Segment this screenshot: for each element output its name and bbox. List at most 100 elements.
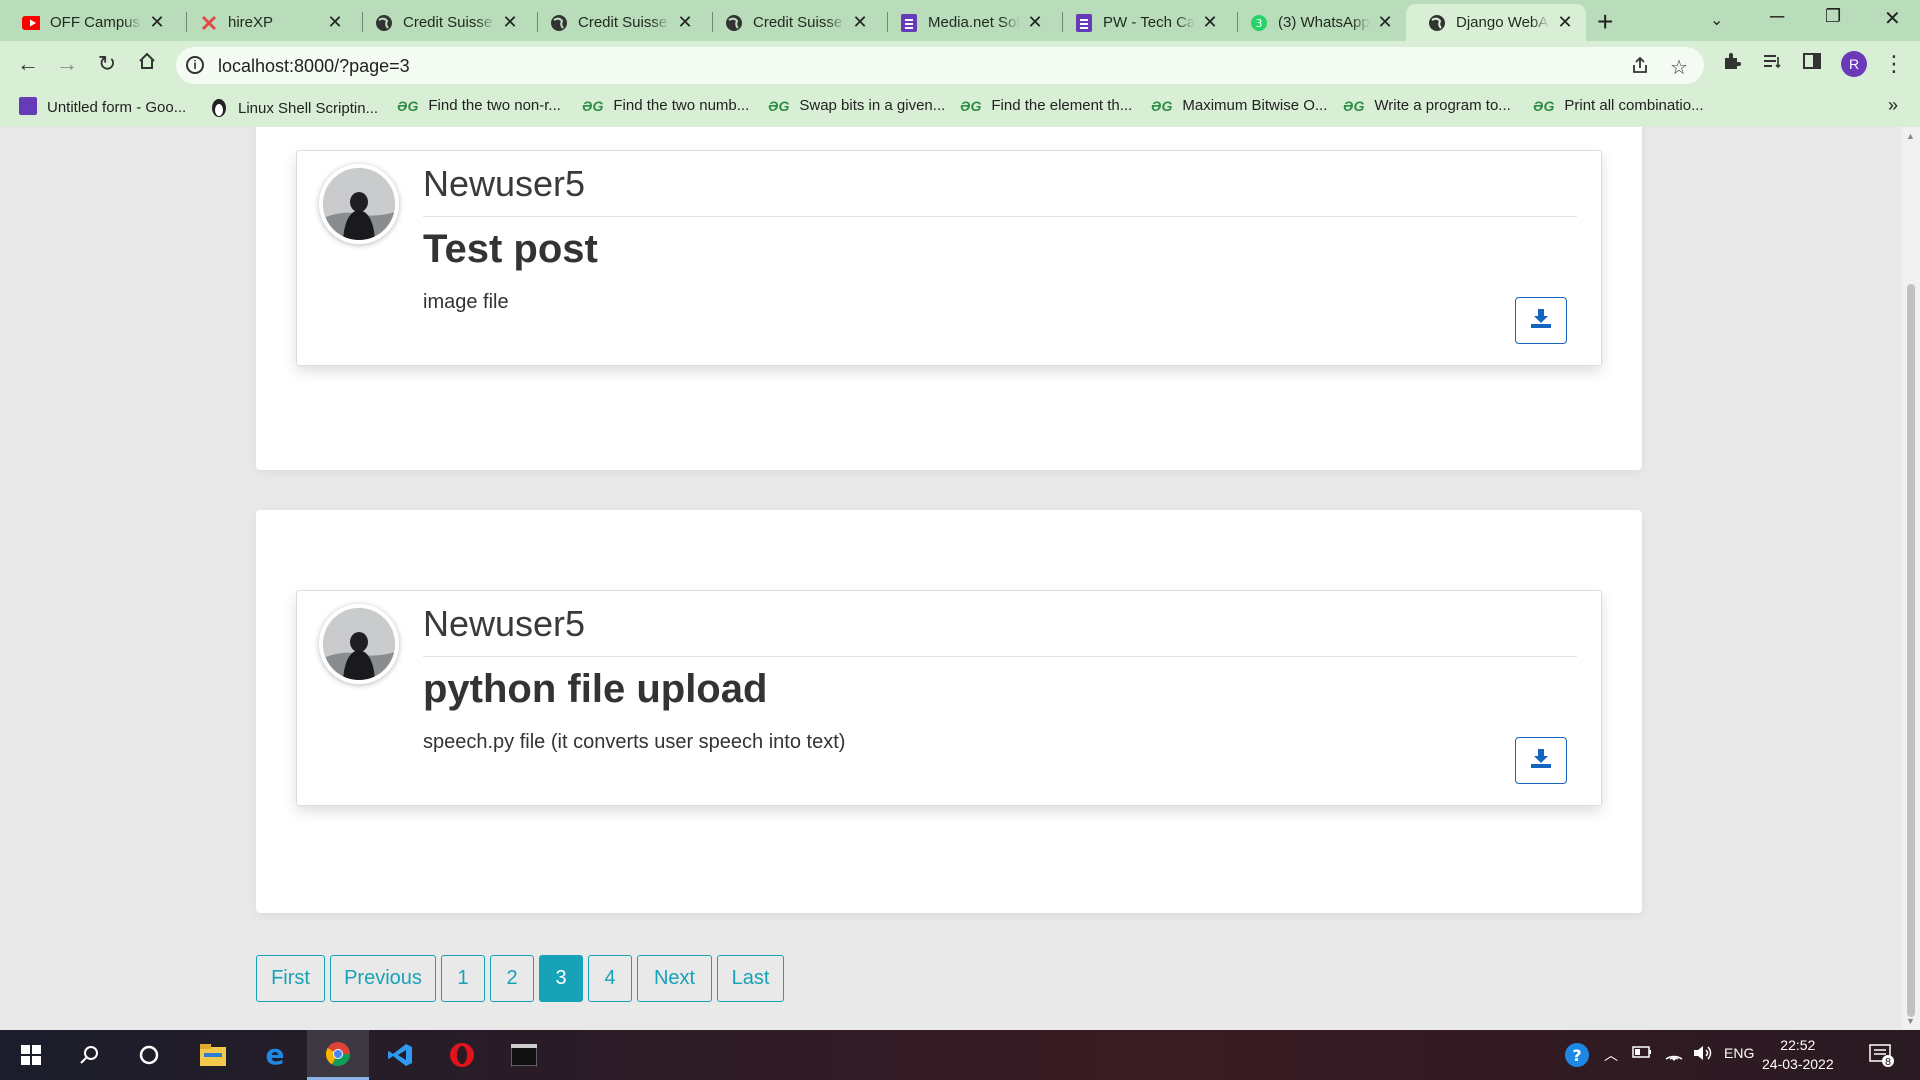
whatsapp-icon: 3 bbox=[1250, 14, 1268, 32]
pagination: First Previous 1 2 3 4 Next Last bbox=[256, 955, 789, 1002]
post-author[interactable]: Newuser5 bbox=[423, 603, 585, 645]
post-author[interactable]: Newuser5 bbox=[423, 163, 585, 205]
page-2-button[interactable]: 2 bbox=[490, 955, 534, 1002]
reading-list-icon[interactable] bbox=[1758, 51, 1786, 77]
page-scrollbar[interactable]: ▲ ▼ bbox=[1902, 127, 1920, 1030]
reload-icon[interactable]: ↻ bbox=[93, 51, 121, 77]
close-icon[interactable]: ✕ bbox=[851, 12, 869, 33]
bookmark-item[interactable]: ƏG Maximum Bitwise O... bbox=[1151, 97, 1327, 114]
tab-credit-suisse-2[interactable]: Credit Suisse ( ✕ bbox=[528, 4, 706, 41]
tab-search-chevron-icon[interactable]: ⌄ bbox=[1710, 10, 1723, 30]
bookmark-item[interactable]: ƏG Find the two non-r... bbox=[397, 97, 561, 114]
close-icon[interactable]: ✕ bbox=[1376, 12, 1394, 33]
wifi-icon[interactable] bbox=[1664, 1045, 1684, 1064]
tab-pw-tech[interactable]: PW - Tech Car ✕ bbox=[1053, 4, 1231, 41]
notification-center-icon[interactable]: 8 bbox=[1868, 1042, 1894, 1071]
page-previous-button[interactable]: Previous bbox=[330, 955, 436, 1002]
profile-avatar[interactable]: R bbox=[1841, 51, 1867, 77]
tab-django-webapp[interactable]: Django WebA ✕ bbox=[1406, 4, 1586, 41]
post-title[interactable]: Test post bbox=[423, 227, 598, 272]
address-bar[interactable]: i localhost:8000/?page=3 ☆ bbox=[176, 47, 1704, 84]
tab-off-campus[interactable]: OFF Campus P ✕ bbox=[0, 4, 178, 41]
page-3-button[interactable]: 3 bbox=[539, 955, 583, 1002]
tab-credit-suisse-1[interactable]: Credit Suisse ( ✕ bbox=[353, 4, 531, 41]
forward-arrow-icon[interactable]: → bbox=[53, 51, 81, 77]
youtube-icon bbox=[22, 14, 40, 32]
close-icon[interactable]: ✕ bbox=[1556, 12, 1574, 33]
tab-media-net[interactable]: Media.net Sof ✕ bbox=[878, 4, 1056, 41]
scroll-up-icon[interactable]: ▲ bbox=[1906, 131, 1915, 141]
bookmark-item[interactable]: ƏG Write a program to... bbox=[1343, 97, 1511, 114]
battery-icon[interactable] bbox=[1632, 1045, 1652, 1062]
volume-icon[interactable] bbox=[1692, 1045, 1714, 1064]
bookmark-item[interactable]: Linux Shell Scriptin... bbox=[210, 97, 378, 120]
browser-toolbar: ← → ↻ i localhost:8000/?page=3 ☆ R ⋮ bbox=[0, 41, 1920, 91]
tab-label: PW - Tech Car bbox=[1103, 14, 1195, 31]
window-close-button[interactable]: ✕ bbox=[1884, 6, 1901, 31]
close-icon[interactable]: ✕ bbox=[676, 12, 694, 33]
system-clock[interactable]: 22:52 24-03-2022 bbox=[1762, 1036, 1834, 1074]
svg-text:8: 8 bbox=[1885, 1057, 1891, 1068]
globe-icon bbox=[1428, 14, 1446, 32]
file-explorer-icon[interactable] bbox=[182, 1030, 244, 1080]
windows-start-icon[interactable] bbox=[0, 1030, 62, 1080]
bookmarks-overflow-icon[interactable]: » bbox=[1888, 95, 1898, 116]
linux-icon bbox=[210, 97, 228, 120]
bookmark-item[interactable]: ƏG Find the element th... bbox=[960, 97, 1132, 114]
extensions-icon[interactable] bbox=[1718, 51, 1746, 77]
terminal-icon[interactable] bbox=[493, 1030, 555, 1080]
divider bbox=[423, 216, 1577, 217]
page-4-button[interactable]: 4 bbox=[588, 955, 632, 1002]
edge-icon[interactable]: e bbox=[244, 1030, 306, 1080]
close-icon[interactable]: ✕ bbox=[1201, 12, 1219, 33]
help-icon[interactable]: ? bbox=[1563, 1041, 1591, 1072]
close-icon[interactable]: ✕ bbox=[501, 12, 519, 33]
page-last-button[interactable]: Last bbox=[717, 955, 784, 1002]
bookmark-item[interactable]: ƏG Find the two numb... bbox=[582, 97, 749, 114]
search-icon[interactable] bbox=[58, 1030, 120, 1080]
post-title[interactable]: python file upload bbox=[423, 667, 767, 712]
taskbar: e ? ︿ ENG 22:52 24-03-2022 8 bbox=[0, 1030, 1920, 1080]
bookmark-star-icon[interactable]: ☆ bbox=[1670, 55, 1688, 80]
tray-chevron-icon[interactable]: ︿ bbox=[1604, 1045, 1618, 1065]
vscode-icon[interactable] bbox=[369, 1030, 431, 1080]
download-button[interactable] bbox=[1515, 737, 1567, 784]
forms-icon bbox=[1075, 13, 1093, 32]
opera-icon[interactable] bbox=[431, 1030, 493, 1080]
new-tab-button[interactable]: + bbox=[1597, 6, 1613, 38]
tab-strip: OFF Campus P ✕ hireXP ✕ Credit Suisse ( … bbox=[0, 0, 1920, 41]
info-icon[interactable]: i bbox=[186, 56, 204, 74]
url-text[interactable]: localhost:8000/?page=3 bbox=[218, 56, 410, 77]
page-first-button[interactable]: First bbox=[256, 955, 325, 1002]
bookmark-item[interactable]: ƏG Swap bits in a given... bbox=[768, 97, 945, 114]
download-button[interactable] bbox=[1515, 297, 1567, 344]
download-icon bbox=[1530, 748, 1552, 773]
scroll-down-icon[interactable]: ▼ bbox=[1906, 1016, 1915, 1026]
bookmark-item[interactable]: ƏG Print all combinatio... bbox=[1533, 97, 1704, 114]
cortana-icon[interactable] bbox=[118, 1030, 180, 1080]
language-indicator[interactable]: ENG bbox=[1724, 1045, 1754, 1061]
clock-date: 24-03-2022 bbox=[1762, 1056, 1834, 1072]
minimize-button[interactable]: ─ bbox=[1770, 6, 1784, 29]
tab-whatsapp[interactable]: 3 (3) WhatsApp ✕ bbox=[1228, 4, 1406, 41]
menu-kebab-icon[interactable]: ⋮ bbox=[1880, 51, 1908, 77]
home-icon[interactable] bbox=[133, 51, 161, 77]
page-next-button[interactable]: Next bbox=[637, 955, 712, 1002]
page-content: Newuser5 Test post image file Newuser5 p… bbox=[0, 127, 1902, 1030]
gfg-icon: ƏG bbox=[1151, 97, 1173, 114]
tab-hirexp[interactable]: hireXP ✕ bbox=[178, 4, 356, 41]
close-icon[interactable]: ✕ bbox=[326, 12, 344, 33]
tab-credit-suisse-3[interactable]: Credit Suisse ( ✕ bbox=[703, 4, 881, 41]
scroll-thumb[interactable] bbox=[1907, 284, 1915, 1017]
close-icon[interactable]: ✕ bbox=[148, 12, 166, 33]
chrome-icon[interactable] bbox=[307, 1030, 369, 1080]
page-1-button[interactable]: 1 bbox=[441, 955, 485, 1002]
close-icon[interactable]: ✕ bbox=[1026, 12, 1044, 33]
gfg-icon: ƏG bbox=[768, 97, 790, 114]
back-arrow-icon[interactable]: ← bbox=[14, 51, 42, 77]
bookmark-item[interactable]: Untitled form - Goo... bbox=[19, 97, 186, 118]
share-icon[interactable] bbox=[1630, 55, 1650, 81]
tab-label: hireXP bbox=[228, 14, 274, 31]
restore-button[interactable]: ❐ bbox=[1825, 6, 1841, 27]
side-panel-icon[interactable] bbox=[1798, 51, 1826, 77]
